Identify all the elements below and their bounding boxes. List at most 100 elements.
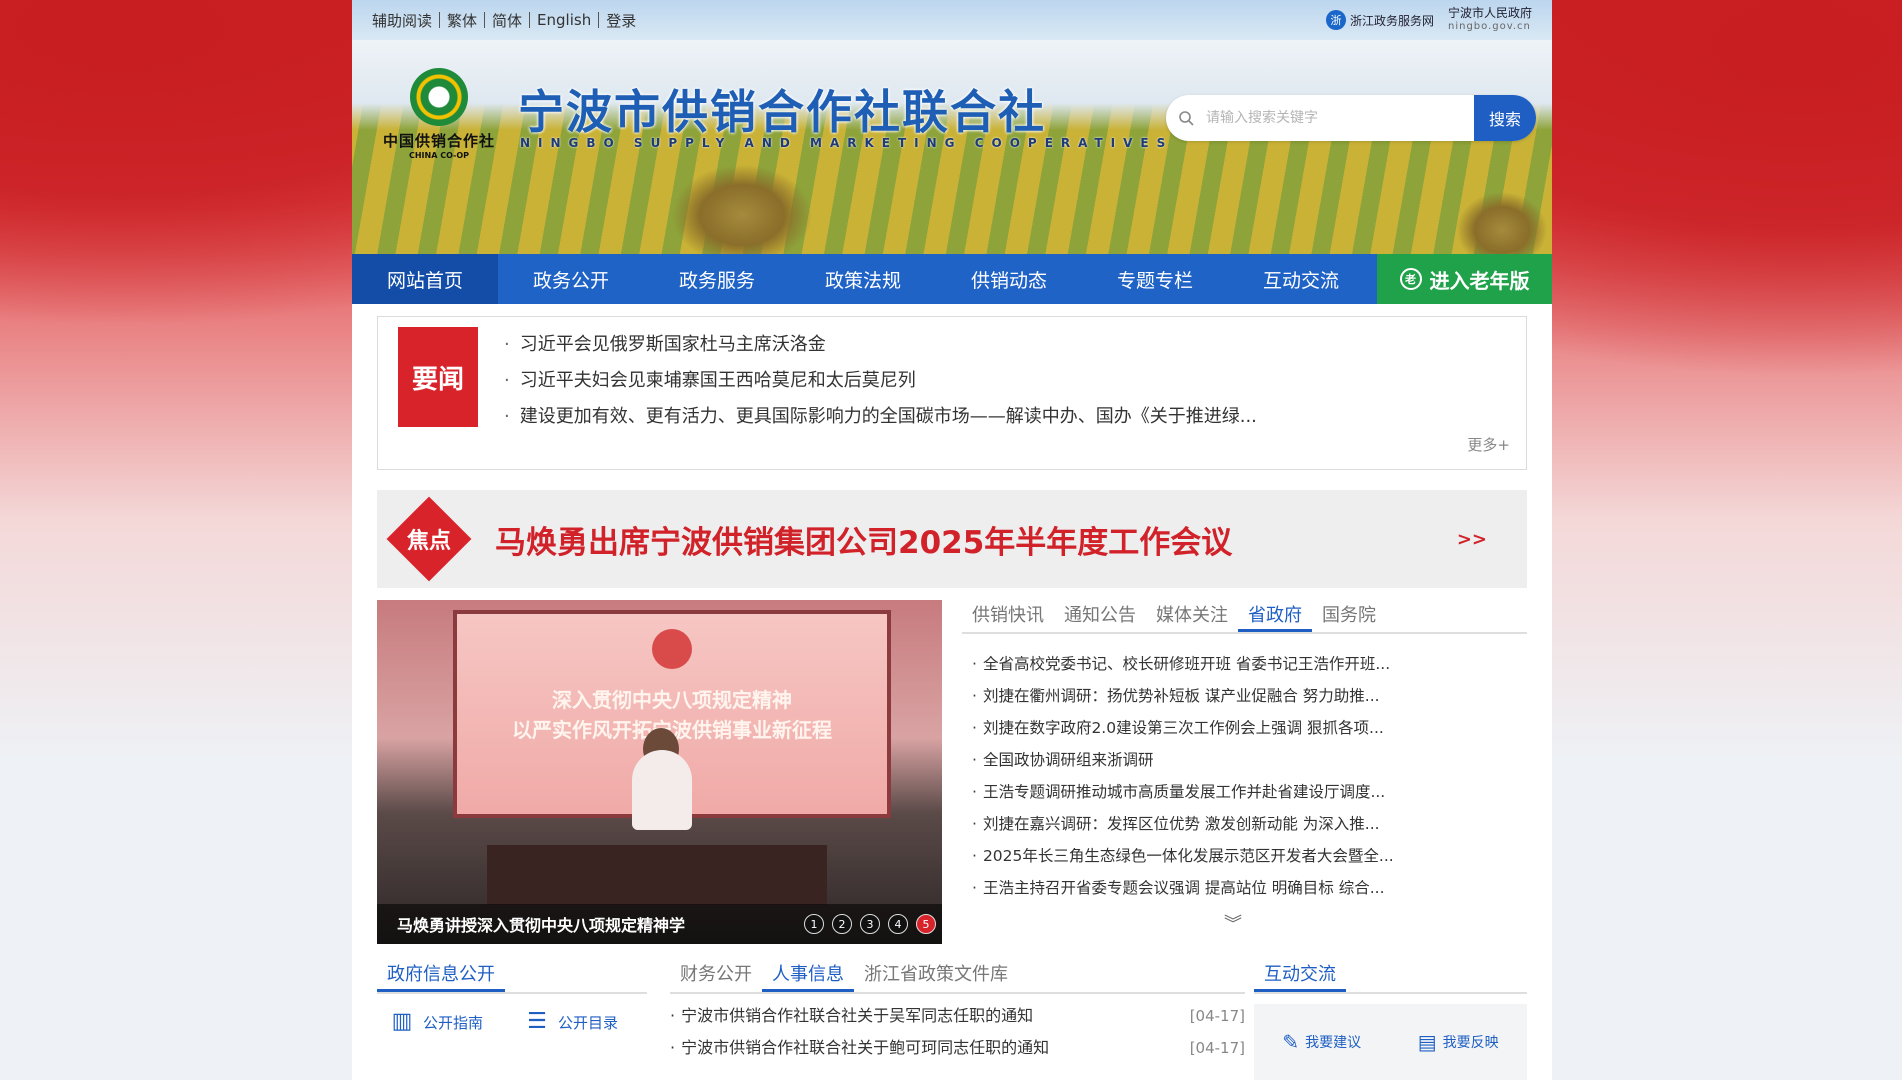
list-item[interactable]: 宁波市供销合作社联合社关于鲍可珂同志任职的通知 [04-17]: [670, 1032, 1245, 1064]
nav-gov-services[interactable]: 政务服务: [644, 254, 790, 304]
tab-media[interactable]: 媒体关注: [1146, 600, 1238, 632]
gov-links: 浙 浙江政务服务网 宁波市人民政府 ningbo.gov.cn: [1325, 7, 1532, 33]
headline-badge: 要闻: [398, 327, 478, 427]
login-link[interactable]: 登录: [606, 10, 636, 31]
tab-state-council[interactable]: 国务院: [1312, 600, 1386, 632]
list-item[interactable]: 王浩专题调研推动城市高质量发展工作并赴省建设厅调度...: [972, 776, 1527, 808]
focus-badge-label: 焦点: [406, 528, 452, 554]
focus-title[interactable]: 马焕勇出席宁波供销集团公司2025年半年度工作会议: [495, 517, 1232, 562]
nb-gov-domain: ningbo.gov.cn: [1447, 21, 1531, 32]
tab-finance[interactable]: 财务公开: [670, 958, 762, 992]
list-item-title: 宁波市供销合作社联合社关于鲍可珂同志任职的通知: [681, 1038, 1050, 1057]
top-bar: 辅助阅读 繁体 简体 English 登录 浙 浙江政务服务网 宁波市人民政府 …: [352, 0, 1552, 40]
divider: [439, 12, 441, 28]
headline-item[interactable]: 习近平会见俄罗斯国家杜马主席沃洛金: [504, 327, 1504, 363]
coop-logo[interactable]: 中国供销合作社 CHINA CO-OP: [374, 68, 504, 160]
nb-gov-link[interactable]: 宁波市人民政府 ningbo.gov.cn: [1448, 7, 1532, 33]
list-item[interactable]: 宁波市供销合作社联合社关于吴军同志任职的通知 [04-17]: [670, 1000, 1245, 1032]
nav-supply-news[interactable]: 供销动态: [936, 254, 1082, 304]
headline-item[interactable]: 建设更加有效、更有活力、更具国际影响力的全国碳市场——解读中办、国办《关于推进绿…: [504, 399, 1504, 435]
tab-notices[interactable]: 通知公告: [1054, 600, 1146, 632]
search-bar: 搜索: [1166, 95, 1536, 141]
nav-interaction[interactable]: 互动交流: [1228, 254, 1374, 304]
nav-home[interactable]: 网站首页: [352, 254, 498, 304]
nav-special-topics[interactable]: 专题专栏: [1082, 254, 1228, 304]
tab-supply-flash[interactable]: 供销快讯: [962, 600, 1054, 632]
focus-banner[interactable]: 焦点 马焕勇出席宁波供销集团公司2025年半年度工作会议 >>: [377, 490, 1527, 588]
zj-service-link[interactable]: 浙 浙江政务服务网: [1325, 10, 1434, 30]
open-catalog-link[interactable]: ☰ 公开目录: [512, 1010, 647, 1034]
headline-item[interactable]: 习近平夫妇会见柬埔寨国王西哈莫尼和太后莫尼列: [504, 363, 1504, 399]
headline-more-link[interactable]: 更多+: [1467, 434, 1510, 455]
news-tab-list: 全省高校党委书记、校长研修班开班 省委书记王浩作开班... 刘捷在衢州调研：扬优…: [962, 648, 1527, 904]
list-item[interactable]: 王浩主持召开省委专题会议强调 提高站位 明确目标 综合...: [972, 872, 1527, 904]
divider: [484, 12, 486, 28]
list-item[interactable]: 刘捷在嘉兴调研：发挥区位优势 激发创新动能 为深入推...: [972, 808, 1527, 840]
coop-emblem-icon: [410, 68, 468, 126]
interaction-header: 互动交流: [1254, 958, 1527, 994]
open-guide-link[interactable]: ▥ 公开指南: [377, 1010, 512, 1034]
divider: [529, 12, 531, 28]
nav-policies[interactable]: 政策法规: [790, 254, 936, 304]
focus-badge: 焦点: [386, 496, 472, 582]
photo-slider[interactable]: 深入贯彻中央八项规定精神 以严实作风开拓宁波供销事业新征程 马焕勇讲授深入贯彻中…: [377, 600, 942, 944]
tab-provincial-gov[interactable]: 省政府: [1238, 600, 1312, 632]
headline-list: 习近平会见俄罗斯国家杜马主席沃洛金 习近平夫妇会见柬埔寨国王西哈莫尼和太后莫尼列…: [504, 327, 1504, 435]
chevron-down-icon[interactable]: ︾: [1224, 910, 1242, 936]
list-item[interactable]: 刘捷在衢州调研：扬优势补短板 谋产业促融合 努力助推...: [972, 680, 1527, 712]
list-icon: ☰: [527, 1009, 547, 1034]
page-container: 辅助阅读 繁体 简体 English 登录 浙 浙江政务服务网 宁波市人民政府 …: [352, 0, 1552, 1080]
search-button[interactable]: 搜索: [1474, 95, 1536, 141]
news-tabs: 供销快讯 通知公告 媒体关注 省政府 国务院: [962, 600, 1527, 634]
slide-dot[interactable]: 2: [832, 914, 852, 934]
list-item-title: 宁波市供销合作社联合社关于吴军同志任职的通知: [681, 1006, 1034, 1025]
divider: [598, 12, 600, 28]
site-subtitle: NINGBO SUPPLY AND MARKETING COOPERATIVES: [520, 136, 1174, 150]
slide-dot-active[interactable]: 5: [916, 914, 936, 934]
map-icon: ▥: [391, 1009, 413, 1034]
slide-dot[interactable]: 4: [888, 914, 908, 934]
site-title: 宁波市供销合作社联合社: [518, 85, 1046, 139]
feedback-link[interactable]: ▤ 我要反映: [1418, 1030, 1499, 1054]
list-item[interactable]: 全国政协调研组来浙调研: [972, 744, 1527, 776]
tab-personnel[interactable]: 人事信息: [762, 958, 854, 992]
news-tabs-box: 供销快讯 通知公告 媒体关注 省政府 国务院 全省高校党委书记、校长研修班开班 …: [962, 600, 1527, 944]
list-item-date: [04-17]: [1189, 1039, 1245, 1057]
gov-open-header: 政府信息公开: [377, 958, 647, 994]
list-item[interactable]: 刘捷在数字政府2.0建设第三次工作例会上强调 狠抓各项...: [972, 712, 1527, 744]
open-catalog-label: 公开目录: [558, 1013, 619, 1032]
english-link[interactable]: English: [537, 11, 591, 29]
search-input[interactable]: [1206, 95, 1474, 141]
list-item[interactable]: 全省高校党委书记、校长研修班开班 省委书记王浩作开班...: [972, 648, 1527, 680]
list-item[interactable]: 2025年长三角生态绿色一体化发展示范区开发者大会暨全...: [972, 840, 1527, 872]
elder-mode-icon: 老: [1399, 268, 1422, 290]
interaction-box: ✎ 我要建议 ▤ 我要反映: [1254, 1004, 1527, 1080]
interaction-title[interactable]: 互动交流: [1254, 958, 1346, 992]
top-links: 辅助阅读 繁体 简体 English 登录: [372, 10, 636, 31]
elder-mode-button[interactable]: 老 进入老年版: [1377, 254, 1552, 304]
list-item-date: [04-17]: [1189, 1007, 1245, 1025]
nb-gov-label: 宁波市人民政府: [1447, 6, 1532, 20]
slide-dot[interactable]: 3: [860, 914, 880, 934]
main-nav: 网站首页 政务公开 政务服务 政策法规 供销动态 专题专栏 互动交流 老 进入老…: [352, 254, 1552, 304]
simplified-chinese-link[interactable]: 简体: [492, 10, 522, 31]
coop-logo-en: CHINA CO-OP: [408, 151, 470, 160]
podium-desk: [487, 845, 827, 905]
tab-policy-library[interactable]: 浙江省政策文件库: [854, 958, 1018, 992]
suggest-label: 我要建议: [1305, 1035, 1362, 1051]
header-banner: 中国供销合作社 CHINA CO-OP 宁波市供销合作社联合社 NINGBO S…: [352, 40, 1552, 254]
slide-dot[interactable]: 1: [804, 914, 824, 934]
focus-more-link[interactable]: >>: [1457, 529, 1487, 550]
suggest-link[interactable]: ✎ 我要建议: [1282, 1030, 1361, 1054]
traditional-chinese-link[interactable]: 繁体: [447, 10, 477, 31]
zj-service-label: 浙江政务服务网: [1349, 13, 1434, 28]
feedback-label: 我要反映: [1442, 1035, 1499, 1051]
gov-open-title[interactable]: 政府信息公开: [377, 958, 505, 992]
edit-icon: ✎: [1282, 1030, 1300, 1054]
coop-logo-cn: 中国供销合作社: [382, 132, 495, 150]
clipboard-icon: ▤: [1417, 1030, 1437, 1054]
headline-news-box: 要闻 习近平会见俄罗斯国家杜马主席沃洛金 习近平夫妇会见柬埔寨国王西哈莫尼和太后…: [377, 316, 1527, 470]
assist-reading-link[interactable]: 辅助阅读: [372, 10, 432, 31]
nav-gov-affairs[interactable]: 政务公开: [498, 254, 644, 304]
open-guide-label: 公开指南: [423, 1013, 484, 1032]
